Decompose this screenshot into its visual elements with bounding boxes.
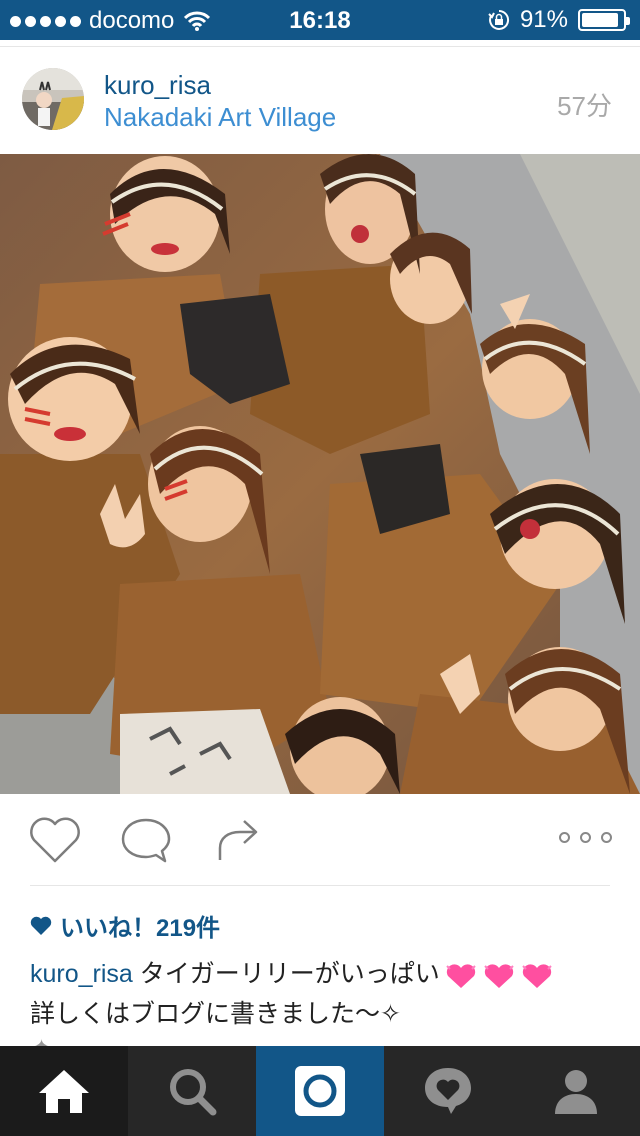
battery-percent: 91% — [519, 6, 568, 33]
home-icon — [39, 1070, 89, 1113]
comment-bubble-icon[interactable] — [120, 816, 172, 866]
share-arrow-icon[interactable] — [216, 816, 262, 864]
caption-username[interactable]: kuro_risa — [30, 960, 133, 988]
battery-icon — [578, 9, 630, 31]
status-right: 91% — [488, 6, 630, 34]
camera-icon — [295, 1066, 345, 1116]
avatar[interactable] — [22, 68, 84, 130]
tab-home[interactable] — [0, 1046, 128, 1136]
activity-heart-icon — [425, 1068, 471, 1114]
tab-profile[interactable] — [512, 1046, 640, 1136]
instagram-post-screen: docomo 16:18 91% kuro_risa Nakadaki Art … — [0, 0, 640, 1136]
likes-count[interactable]: いいね！219件 — [30, 908, 220, 943]
battery-fill — [582, 13, 619, 27]
post-location[interactable]: Nakadaki Art Village — [104, 102, 336, 133]
tab-bar — [0, 1046, 640, 1136]
tab-activity[interactable] — [384, 1046, 512, 1136]
caption-line-2: 詳しくはブログに書きました〜✧ — [30, 1000, 401, 1028]
tab-search[interactable] — [128, 1046, 256, 1136]
sparkling-heart-emoji — [446, 964, 552, 989]
status-bar: docomo 16:18 91% — [0, 0, 640, 40]
rotation-lock-icon — [488, 9, 509, 30]
actions-divider — [30, 885, 610, 886]
avatar-image — [22, 68, 84, 130]
heart-outline-icon[interactable] — [28, 816, 82, 864]
profile-icon — [555, 1070, 597, 1114]
more-dots-icon[interactable] — [559, 832, 612, 843]
post-actions — [0, 794, 640, 888]
header-divider — [0, 46, 640, 47]
caption-text: タイガーリリーがいっぱい — [132, 960, 440, 988]
post-caption: kuro_risa タイガーリリーがいっぱい 詳しくはブログに書きました〜✧ — [30, 954, 620, 1034]
search-icon — [170, 1069, 217, 1116]
post-username[interactable]: kuro_risa — [104, 70, 211, 101]
post-time-ago: 57分 — [557, 91, 612, 121]
post-photo-image — [0, 154, 640, 794]
tab-camera[interactable] — [256, 1046, 384, 1136]
likes-label: いいね！219件 — [60, 915, 221, 942]
post-photo[interactable] — [0, 154, 640, 794]
heart-filled-icon — [30, 916, 52, 935]
post-header: kuro_risa Nakadaki Art Village 57分 — [0, 40, 640, 154]
